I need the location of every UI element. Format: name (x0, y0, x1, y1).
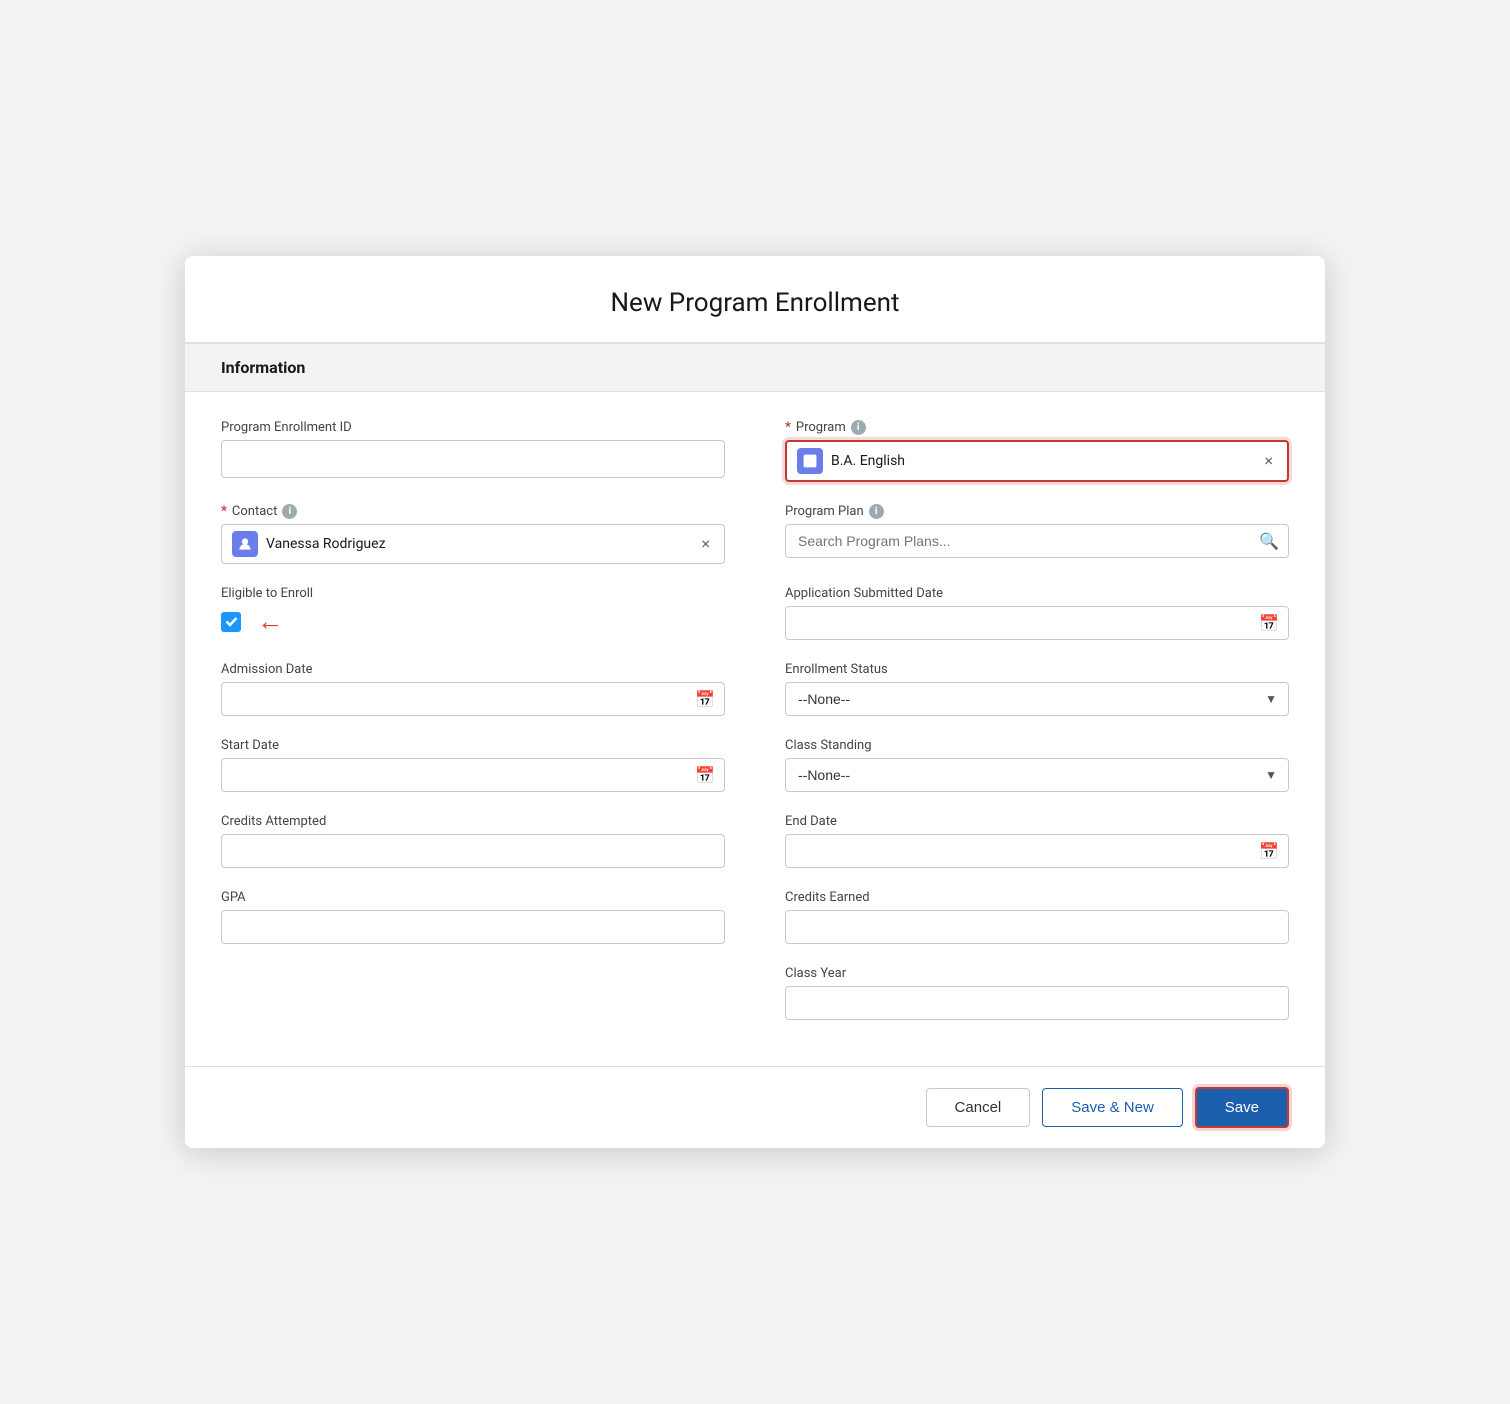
class-standing-select-wrapper: --None-- ▼ (785, 758, 1289, 792)
eligible-to-enroll-label: Eligible to Enroll (221, 586, 725, 601)
start-date-label: Start Date (221, 738, 725, 753)
class-year-group: Class Year (785, 966, 1289, 1020)
arrow-annotation: ← (257, 606, 283, 637)
start-date-group: Start Date 📅 (221, 738, 725, 792)
contact-group: * Contact i Vanessa Rodriguez × (221, 504, 725, 564)
application-submitted-date-wrapper: 📅 (785, 606, 1289, 640)
modal-container: New Program Enrollment Information Progr… (185, 256, 1325, 1148)
program-enrollment-id-field[interactable] (221, 440, 725, 478)
page-title: New Program Enrollment (185, 256, 1325, 343)
modal-footer: Cancel Save & New Save (185, 1066, 1325, 1148)
contact-info-icon[interactable]: i (282, 504, 297, 519)
enrollment-status-group: Enrollment Status --None-- ▼ (785, 662, 1289, 716)
program-plan-input-wrapper: 🔍 (785, 524, 1289, 558)
cancel-button[interactable]: Cancel (926, 1088, 1031, 1127)
program-value: B.A. English (831, 453, 1252, 469)
contact-lookup-field[interactable]: Vanessa Rodriguez × (221, 524, 725, 564)
admission-date-input[interactable] (221, 682, 725, 716)
application-submitted-date-group: Application Submitted Date 📅 (785, 586, 1289, 640)
program-clear-button[interactable]: × (1260, 451, 1277, 471)
gpa-input[interactable] (221, 910, 725, 944)
section-header: Information (185, 343, 1325, 392)
program-label: * Program i (785, 420, 1289, 435)
save-button[interactable]: Save (1195, 1087, 1289, 1128)
start-date-input[interactable] (221, 758, 725, 792)
contact-clear-button[interactable]: × (697, 534, 714, 554)
program-plan-input[interactable] (785, 524, 1289, 558)
program-plan-info-icon[interactable]: i (869, 504, 884, 519)
credits-earned-group: Credits Earned (785, 890, 1289, 944)
credits-earned-input[interactable] (785, 910, 1289, 944)
credits-earned-label: Credits Earned (785, 890, 1289, 905)
credits-attempted-group: Credits Attempted (221, 814, 725, 868)
admission-date-label: Admission Date (221, 662, 725, 677)
class-standing-group: Class Standing --None-- ▼ (785, 738, 1289, 792)
application-submitted-date-label: Application Submitted Date (785, 586, 1289, 601)
admission-date-group: Admission Date 📅 (221, 662, 725, 716)
program-plan-group: Program Plan i 🔍 (785, 504, 1289, 564)
application-submitted-date-input[interactable] (785, 606, 1289, 640)
save-and-new-button[interactable]: Save & New (1042, 1088, 1183, 1127)
contact-lookup-icon (232, 531, 258, 557)
contact-value: Vanessa Rodriguez (266, 536, 689, 552)
end-date-input[interactable] (785, 834, 1289, 868)
class-standing-label: Class Standing (785, 738, 1289, 753)
enrollment-status-label: Enrollment Status (785, 662, 1289, 677)
credits-attempted-label: Credits Attempted (221, 814, 725, 829)
form-body: Program Enrollment ID * Program i B.A. E… (185, 392, 1325, 1066)
admission-date-wrapper: 📅 (221, 682, 725, 716)
gpa-label: GPA (221, 890, 725, 905)
program-enrollment-id-label: Program Enrollment ID (221, 420, 725, 435)
class-year-label: Class Year (785, 966, 1289, 981)
eligible-to-enroll-checkbox[interactable] (221, 612, 241, 632)
credits-attempted-input[interactable] (221, 834, 725, 868)
end-date-wrapper: 📅 (785, 834, 1289, 868)
start-date-wrapper: 📅 (221, 758, 725, 792)
eligible-checkbox-wrapper: ← (221, 606, 725, 637)
enrollment-status-select-wrapper: --None-- ▼ (785, 682, 1289, 716)
end-date-group: End Date 📅 (785, 814, 1289, 868)
program-lookup-icon (797, 448, 823, 474)
program-enrollment-id-group: Program Enrollment ID (221, 420, 725, 482)
eligible-to-enroll-group: Eligible to Enroll ← (221, 586, 725, 640)
enrollment-status-select[interactable]: --None-- (785, 682, 1289, 716)
form-grid: Program Enrollment ID * Program i B.A. E… (221, 420, 1289, 1042)
gpa-group: GPA (221, 890, 725, 944)
end-date-label: End Date (785, 814, 1289, 829)
class-standing-select[interactable]: --None-- (785, 758, 1289, 792)
class-year-input[interactable] (785, 986, 1289, 1020)
contact-label: * Contact i (221, 504, 725, 519)
spacer-left (221, 966, 725, 1020)
program-plan-label: Program Plan i (785, 504, 1289, 519)
program-lookup-field[interactable]: B.A. English × (785, 440, 1289, 482)
program-group: * Program i B.A. English × (785, 420, 1289, 482)
program-info-icon[interactable]: i (851, 420, 866, 435)
